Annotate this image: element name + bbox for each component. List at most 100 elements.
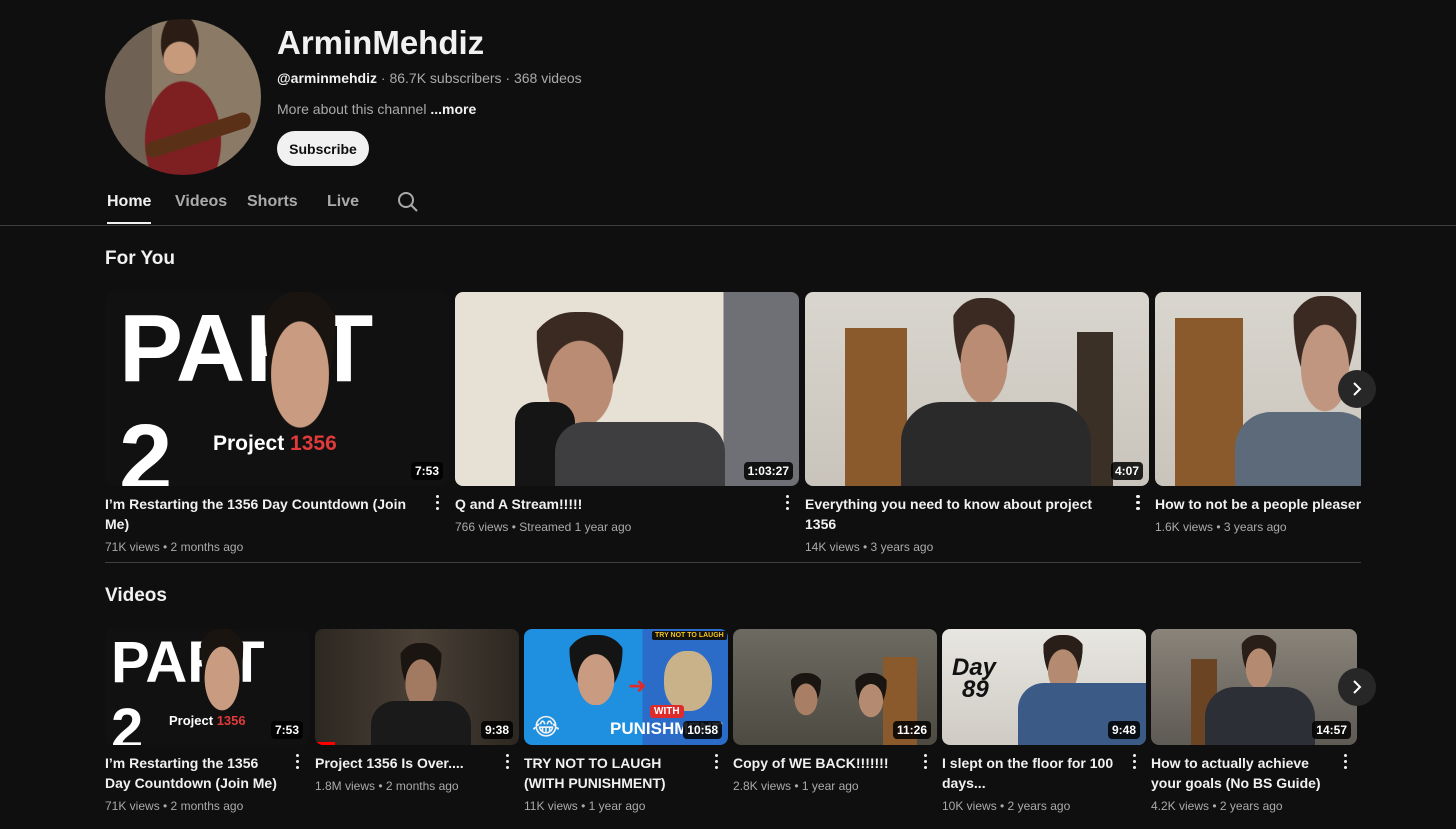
thumb-face xyxy=(945,298,1023,408)
video-title[interactable]: Everything you need to know about projec… xyxy=(805,494,1149,534)
more-vert-icon[interactable] xyxy=(497,751,517,771)
video-card[interactable]: 4:07 Everything you need to know about p… xyxy=(805,292,1149,554)
tabs-divider xyxy=(0,225,1456,226)
thumb-tag: TRY NOT TO LAUGH xyxy=(652,631,727,640)
video-meta: 71K views • 2 months ago xyxy=(105,799,244,813)
thumb-project-text: Project 1356 xyxy=(213,432,337,455)
more-vert-icon[interactable] xyxy=(915,751,935,771)
thumb-face xyxy=(564,635,628,705)
video-card[interactable]: 14:57 How to actually achieve your goals… xyxy=(1151,629,1357,813)
video-duration: 10:58 xyxy=(683,721,722,739)
thumb-door xyxy=(1175,318,1243,486)
video-duration: 7:53 xyxy=(270,721,303,739)
video-duration: 9:48 xyxy=(1107,721,1140,739)
video-duration: 1:03:27 xyxy=(743,462,793,480)
video-thumbnail[interactable]: 11:26 xyxy=(733,629,937,745)
video-title[interactable]: Q and A Stream!!!!! xyxy=(455,494,799,514)
thumb-face xyxy=(255,292,345,442)
video-thumbnail[interactable]: TRY NOT TO LAUGH ➜ WITH PUNISHMENT 😂 10:… xyxy=(524,629,728,745)
video-card[interactable]: TRY NOT TO LAUGH ➜ WITH PUNISHMENT 😂 10:… xyxy=(524,629,728,813)
more-vert-icon[interactable] xyxy=(706,751,726,771)
next-arrow-button[interactable] xyxy=(1338,370,1376,408)
video-card[interactable]: 9:38 Project 1356 Is Over.... 1.8M views… xyxy=(315,629,519,793)
video-thumbnail[interactable]: Day 89 9:48 xyxy=(942,629,1146,745)
section-title-for-you: For You xyxy=(105,248,176,269)
video-meta: 71K views • 2 months ago xyxy=(105,540,244,554)
video-meta: 1.8M views • 2 months ago xyxy=(315,779,459,793)
ukulele-shape xyxy=(143,110,253,160)
thumb-face xyxy=(195,629,249,719)
tab-shorts[interactable]: Shorts xyxy=(247,193,298,211)
thumb-face xyxy=(1237,635,1281,691)
thumb-shirt xyxy=(1205,687,1315,745)
more-vert-icon[interactable] xyxy=(287,751,307,771)
thumb-face xyxy=(851,673,891,719)
video-meta: 2.8K views • 1 year ago xyxy=(733,779,859,793)
about-text: More about this channel xyxy=(277,101,431,117)
search-icon[interactable] xyxy=(396,190,420,214)
thumb-face xyxy=(395,643,447,709)
subscribe-button[interactable]: Subscribe xyxy=(277,131,369,166)
video-thumbnail[interactable]: 4:07 xyxy=(805,292,1149,486)
video-duration: 4:07 xyxy=(1110,462,1143,480)
arrow-right-icon: ➜ xyxy=(628,673,647,698)
laughing-emoji-icon: 😂 xyxy=(532,714,561,741)
more-vert-icon[interactable] xyxy=(1335,751,1355,771)
video-duration: 11:26 xyxy=(892,721,931,739)
video-duration: 9:38 xyxy=(480,721,513,739)
thumb-shirt xyxy=(1235,412,1361,486)
video-thumbnail[interactable]: 14:57 xyxy=(1151,629,1357,745)
video-thumbnail[interactable]: 9:38 xyxy=(315,629,519,745)
section-title-videos: Videos xyxy=(105,585,167,606)
video-card[interactable]: 1:03:27 Q and A Stream!!!!! 766 views • … xyxy=(455,292,799,534)
video-card[interactable]: 11:26 Copy of WE BACK!!!!!!! 2.8K views … xyxy=(733,629,937,793)
video-thumbnail[interactable] xyxy=(1155,292,1361,486)
video-card[interactable]: PART 2 Project 1356 7:53 I’m Restarting … xyxy=(105,629,309,813)
video-duration: 14:57 xyxy=(1312,721,1351,739)
tab-live[interactable]: Live xyxy=(327,193,359,211)
video-meta: 10K views • 2 years ago xyxy=(942,799,1071,813)
video-title[interactable]: Project 1356 Is Over.... xyxy=(315,753,519,773)
video-title[interactable]: Copy of WE BACK!!!!!!! xyxy=(733,753,937,773)
channel-avatar[interactable] xyxy=(105,19,261,175)
thumb-project-text: Project 1356 xyxy=(169,713,246,728)
chevron-right-icon xyxy=(1353,680,1362,694)
about-more-link[interactable]: ...more xyxy=(430,101,476,117)
video-title[interactable]: I slept on the floor for 100 days... xyxy=(942,753,1146,793)
video-thumbnail[interactable]: PART 2 Project 1356 7:53 xyxy=(105,629,309,745)
video-title[interactable]: I’m Restarting the 1356 Day Countdown (J… xyxy=(105,494,449,534)
thumb-shirt xyxy=(555,422,725,486)
watch-progress-bar xyxy=(315,742,335,745)
video-title[interactable]: How to actually achieve your goals (No B… xyxy=(1151,753,1357,793)
video-meta: 4.2K views • 2 years ago xyxy=(1151,799,1283,813)
more-vert-icon[interactable] xyxy=(1124,751,1144,771)
next-arrow-button[interactable] xyxy=(1338,668,1376,706)
more-vert-icon[interactable] xyxy=(427,492,447,512)
more-vert-icon[interactable] xyxy=(777,492,797,512)
video-title[interactable]: How to not be a people pleaser xyxy=(1155,494,1361,514)
thumb-door xyxy=(845,328,907,486)
thumb-dog xyxy=(664,651,712,711)
video-title[interactable]: I’m Restarting the 1356 Day Countdown (J… xyxy=(105,753,309,793)
video-thumbnail[interactable]: PART 2 Project 1356 7:53 xyxy=(105,292,449,486)
video-card[interactable]: Day 89 9:48 I slept on the floor for 100 … xyxy=(942,629,1146,813)
thumb-shirt xyxy=(371,701,471,745)
video-card[interactable]: How to not be a people pleaser 1.6K view… xyxy=(1155,292,1361,534)
thumb-shirt xyxy=(901,402,1091,486)
video-title[interactable]: TRY NOT TO LAUGH (WITH PUNISHMENT) xyxy=(524,753,728,793)
tab-videos[interactable]: Videos xyxy=(175,193,227,211)
video-meta: 11K views • 1 year ago xyxy=(524,799,646,813)
video-meta: 14K views • 3 years ago xyxy=(805,540,934,554)
channel-about[interactable]: More about this channel ...more xyxy=(277,101,476,117)
channel-stats: · 86.7K subscribers · 368 videos xyxy=(377,70,582,86)
video-meta: 766 views • Streamed 1 year ago xyxy=(455,520,632,534)
more-vert-icon[interactable] xyxy=(1128,492,1148,512)
channel-meta: @arminmehdiz · 86.7K subscribers · 368 v… xyxy=(277,70,582,86)
video-card[interactable]: PART 2 Project 1356 7:53 I’m Restarting … xyxy=(105,292,449,554)
section-divider xyxy=(105,562,1361,563)
channel-handle[interactable]: @arminmehdiz xyxy=(277,70,377,86)
tab-home[interactable]: Home xyxy=(107,193,152,224)
chevron-right-icon xyxy=(1353,382,1362,396)
video-thumbnail[interactable]: 1:03:27 xyxy=(455,292,799,486)
thumb-badge: WITH xyxy=(650,705,684,718)
